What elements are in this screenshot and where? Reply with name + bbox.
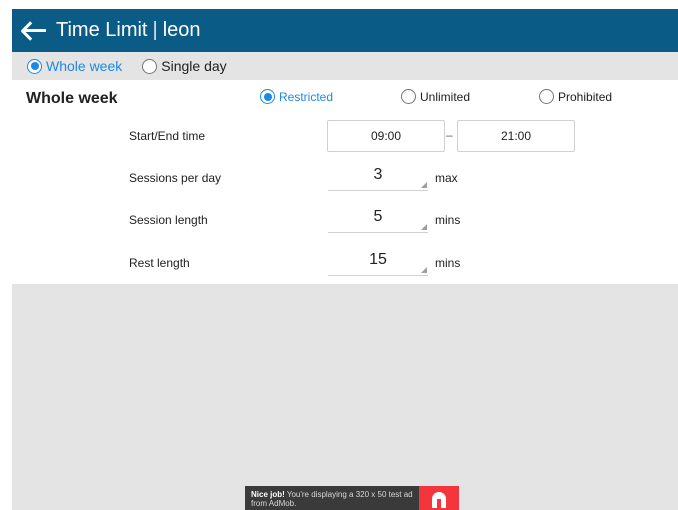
ad-text: Nice job! You're displaying a 320 x 50 t… [251, 490, 416, 508]
spinner-arrow-icon [421, 267, 427, 273]
ad-banner[interactable]: Nice job! You're displaying a 320 x 50 t… [245, 486, 459, 510]
app-bar-title: Time Limit | leon [56, 19, 201, 42]
rest-length-unit: mins [435, 256, 461, 270]
back-arrow-icon[interactable] [20, 20, 47, 42]
start-time-field[interactable]: 09:00 [327, 120, 445, 152]
radio-unselected-icon [401, 89, 416, 104]
mode-selector: Whole week Single day [12, 52, 678, 80]
radio-selected-icon [260, 89, 275, 104]
single-day-radio[interactable]: Single day [142, 58, 227, 74]
admob-logo-icon [419, 486, 459, 510]
spinner-arrow-icon [421, 224, 427, 230]
end-time-field[interactable]: 21:00 [457, 120, 575, 152]
rest-length-label: Rest length [129, 256, 190, 270]
ad-bold-text: Nice job! [251, 490, 285, 499]
spinner-arrow-icon [421, 182, 427, 188]
rest-length-value: 15 [369, 251, 387, 268]
start-end-time-label: Start/End time [129, 129, 206, 143]
restricted-label: Restricted [279, 89, 334, 104]
sessions-per-day-spinner[interactable]: 3 [328, 165, 428, 191]
single-day-label: Single day [161, 58, 227, 74]
radio-selected-icon [27, 58, 42, 74]
user-name: leon [162, 19, 201, 41]
sessions-per-day-value: 3 [373, 166, 383, 183]
session-length-unit: mins [435, 213, 461, 227]
prohibited-radio[interactable]: Prohibited [539, 89, 612, 104]
restricted-radio[interactable]: Restricted [260, 89, 333, 104]
sessions-unit: max [435, 171, 458, 185]
session-length-value: 5 [373, 208, 383, 225]
unlimited-label: Unlimited [420, 89, 471, 104]
whole-week-label: Whole week [46, 58, 123, 74]
unlimited-radio[interactable]: Unlimited [401, 89, 470, 104]
radio-unselected-icon [142, 58, 158, 74]
whole-week-radio[interactable]: Whole week [27, 58, 122, 74]
title-text: Time Limit [56, 19, 148, 41]
title-separator: | [152, 19, 158, 41]
session-length-label: Session length [129, 213, 208, 227]
app-bar: Time Limit | leon [12, 9, 678, 52]
content-background [12, 284, 678, 510]
section-title: Whole week [26, 90, 118, 107]
rest-length-spinner[interactable]: 15 [328, 250, 428, 276]
radio-unselected-icon [539, 89, 554, 104]
time-range-separator: – [446, 128, 453, 142]
session-length-spinner[interactable]: 5 [328, 207, 428, 233]
prohibited-label: Prohibited [558, 89, 613, 104]
sessions-per-day-label: Sessions per day [129, 171, 222, 185]
